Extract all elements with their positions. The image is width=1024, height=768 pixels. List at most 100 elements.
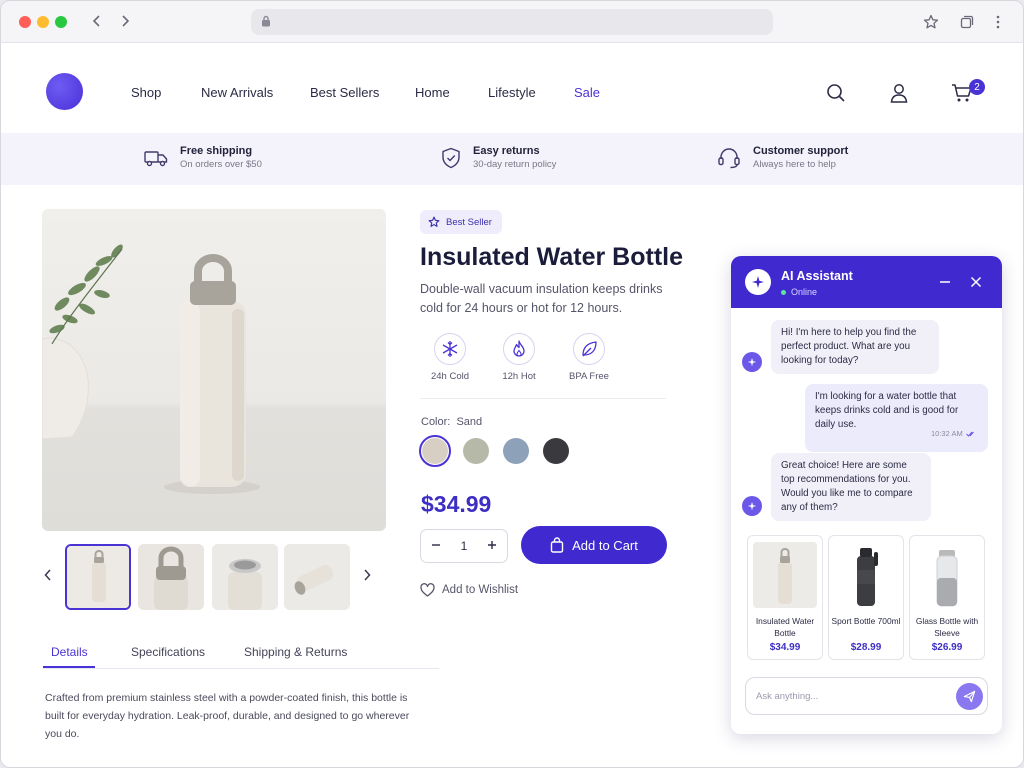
sparkle-icon bbox=[752, 276, 764, 288]
brand-logo[interactable] bbox=[46, 73, 83, 110]
maximize-window-button[interactable] bbox=[55, 16, 67, 28]
color-swatch-charcoal[interactable] bbox=[543, 438, 569, 464]
badge-label: Best Seller bbox=[446, 216, 492, 228]
minimize-chat-button[interactable] bbox=[937, 274, 953, 290]
color-swatch-sage[interactable] bbox=[463, 438, 489, 464]
plus-icon bbox=[488, 541, 496, 549]
nav-sale[interactable]: Sale bbox=[574, 85, 600, 100]
best-seller-badge: Best Seller bbox=[420, 210, 502, 234]
flame-icon bbox=[513, 340, 525, 357]
nav-home[interactable]: Home bbox=[415, 85, 450, 100]
browser-window: Shop New Arrivals Best Sellers Home Life… bbox=[0, 0, 1024, 768]
chevron-left-icon bbox=[92, 15, 100, 27]
nav-lifestyle[interactable]: Lifestyle bbox=[488, 85, 536, 100]
nav-new-arrivals[interactable]: New Arrivals bbox=[201, 85, 273, 100]
close-window-button[interactable] bbox=[19, 16, 31, 28]
send-message-button[interactable] bbox=[956, 683, 983, 710]
quantity-value[interactable]: 1 bbox=[457, 539, 471, 553]
recommendation-card[interactable]: Sport Bottle 700ml $28.99 bbox=[828, 535, 904, 660]
recommendation-price: $28.99 bbox=[850, 642, 882, 653]
recommendation-image bbox=[915, 542, 979, 608]
thumbnail-4[interactable] bbox=[284, 544, 350, 610]
nav-shop[interactable]: Shop bbox=[131, 85, 161, 100]
thumbnail-2[interactable] bbox=[138, 544, 204, 610]
bot-avatar bbox=[742, 496, 762, 516]
recommendation-card[interactable]: Insulated Water Bottle $34.99 bbox=[747, 535, 823, 660]
user-message: I'm looking for a water bottle that keep… bbox=[805, 384, 988, 452]
truck-icon bbox=[144, 150, 168, 166]
star-icon bbox=[923, 14, 939, 29]
recommendation-image bbox=[834, 542, 898, 608]
quantity-stepper: 1 bbox=[420, 529, 508, 563]
thumbnail-1[interactable] bbox=[65, 544, 131, 610]
tab-shipping-returns[interactable]: Shipping & Returns bbox=[244, 645, 347, 659]
color-label: Color: Sand bbox=[421, 416, 482, 428]
chevron-left-icon bbox=[44, 569, 51, 581]
chat-status-label: Online bbox=[791, 287, 818, 297]
product-photo bbox=[42, 244, 260, 494]
heart-icon bbox=[420, 583, 435, 597]
color-swatch-blue[interactable] bbox=[503, 438, 529, 464]
tabs-button[interactable] bbox=[957, 12, 977, 32]
perk-title: Easy returns bbox=[473, 145, 540, 157]
bottle-image bbox=[936, 550, 958, 607]
account-button[interactable] bbox=[887, 81, 911, 105]
product-description: Crafted from premium stainless steel wit… bbox=[45, 692, 410, 740]
product-title: Insulated Water Bottle bbox=[420, 243, 683, 271]
bookmark-star-button[interactable] bbox=[921, 12, 941, 32]
chat-message-input[interactable] bbox=[756, 687, 946, 705]
recommendation-image bbox=[753, 542, 817, 608]
thumbnail-image bbox=[138, 544, 204, 610]
perk-title: Customer support bbox=[753, 145, 849, 157]
recommendation-price: $26.99 bbox=[931, 642, 963, 653]
perks-bar: Free shipping On orders over $50 Easy re… bbox=[1, 133, 1023, 185]
address-bar[interactable] bbox=[251, 9, 773, 35]
chat-status: Online bbox=[781, 287, 817, 297]
double-check-icon bbox=[965, 431, 974, 437]
product-main-image[interactable] bbox=[42, 209, 386, 531]
browser-menu-button[interactable] bbox=[988, 12, 1008, 32]
recommendation-name: Sport Bottle 700ml bbox=[831, 616, 901, 626]
bot-avatar bbox=[742, 352, 762, 372]
thumbnails-prev-button[interactable] bbox=[41, 566, 55, 584]
active-tab-indicator bbox=[43, 666, 95, 668]
minus-icon bbox=[940, 281, 950, 283]
thumbnail-image bbox=[67, 546, 129, 608]
search-button[interactable] bbox=[824, 81, 848, 105]
recommendation-card[interactable]: Glass Bottle with Sleeve $26.99 bbox=[909, 535, 985, 660]
forward-button[interactable] bbox=[114, 10, 136, 32]
tab-specifications[interactable]: Specifications bbox=[131, 645, 205, 659]
tab-details[interactable]: Details bbox=[51, 645, 88, 659]
sparkle-icon bbox=[747, 501, 757, 511]
star-icon bbox=[428, 216, 440, 227]
thumbnail-3[interactable] bbox=[212, 544, 278, 610]
send-icon bbox=[963, 690, 976, 703]
minus-icon bbox=[432, 544, 440, 546]
product-subtitle: Double-wall vacuum insulation keeps drin… bbox=[420, 282, 663, 315]
thumbnail-image bbox=[284, 544, 350, 610]
user-icon bbox=[890, 84, 908, 103]
tabs-icon bbox=[960, 15, 974, 29]
add-to-cart-button[interactable]: Add to Cart bbox=[521, 526, 667, 564]
increase-quantity-button[interactable] bbox=[485, 539, 499, 553]
assistant-avatar bbox=[745, 269, 771, 295]
perk-free-shipping: Free shipping On orders over $50 bbox=[144, 145, 262, 170]
nav-best-sellers[interactable]: Best Sellers bbox=[310, 85, 379, 100]
color-swatch-sand[interactable] bbox=[422, 438, 448, 464]
perk-subtitle: Always here to help bbox=[753, 159, 836, 170]
thumbnails-next-button[interactable] bbox=[360, 566, 374, 584]
decrease-quantity-button[interactable] bbox=[429, 539, 443, 553]
color-label-prefix: Color: bbox=[421, 416, 451, 428]
bottle-image bbox=[778, 548, 792, 604]
sparkle-icon bbox=[747, 357, 757, 367]
perk-easy-returns: Easy returns 30-day return policy bbox=[441, 145, 556, 170]
feature-bpa-free: BPA Free bbox=[559, 333, 619, 382]
minimize-window-button[interactable] bbox=[37, 16, 49, 28]
bot-message: Hi! I'm here to help you find the perfec… bbox=[771, 320, 939, 374]
perk-customer-support: Customer support Always here to help bbox=[717, 145, 848, 170]
back-button[interactable] bbox=[86, 10, 108, 32]
add-to-wishlist-button[interactable]: Add to Wishlist bbox=[420, 583, 518, 597]
close-chat-button[interactable] bbox=[968, 274, 984, 290]
more-vertical-icon bbox=[996, 15, 1000, 29]
shield-check-icon bbox=[442, 147, 460, 168]
